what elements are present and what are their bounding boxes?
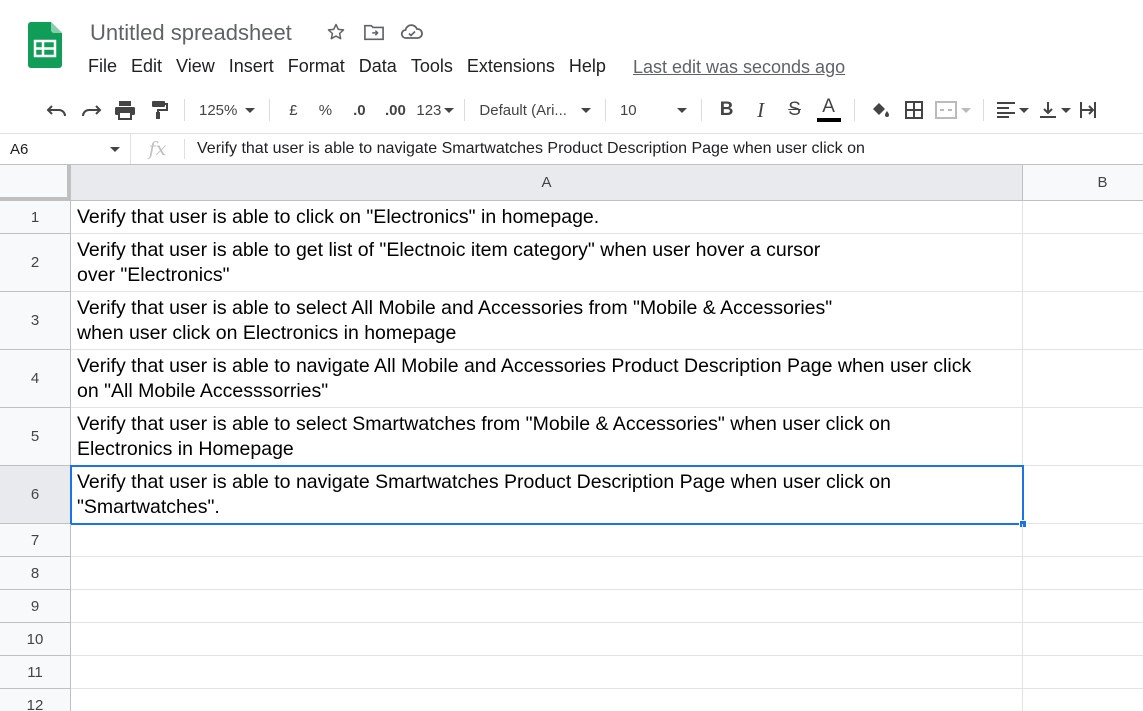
menu-data[interactable]: Data bbox=[352, 55, 404, 79]
paint-format-icon[interactable] bbox=[142, 95, 176, 125]
font-value: Default (Ari... bbox=[479, 101, 567, 119]
row-header[interactable]: 9 bbox=[0, 590, 71, 623]
cell-b4[interactable] bbox=[1023, 350, 1143, 408]
cell-b10[interactable] bbox=[1023, 623, 1143, 656]
decrease-decimal-button[interactable]: .0 bbox=[342, 95, 376, 125]
cell-a5[interactable]: Verify that user is able to select Smart… bbox=[71, 408, 1023, 466]
row-header[interactable]: 12 bbox=[0, 689, 71, 711]
cell-b5[interactable] bbox=[1023, 408, 1143, 466]
cell-b1[interactable] bbox=[1023, 201, 1143, 234]
percent-button[interactable]: % bbox=[308, 95, 342, 125]
redo-icon[interactable] bbox=[74, 95, 108, 125]
cell-a7[interactable] bbox=[71, 524, 1023, 557]
move-folder-icon[interactable] bbox=[362, 20, 386, 44]
strikethrough-icon[interactable]: S bbox=[778, 95, 812, 125]
cell-a2[interactable]: Verify that user is able to get list of … bbox=[71, 234, 1023, 292]
row-header[interactable]: 3 bbox=[0, 292, 71, 350]
star-icon[interactable] bbox=[324, 20, 348, 44]
text-wrap-icon[interactable] bbox=[1076, 95, 1100, 125]
currency-button[interactable]: £ bbox=[278, 95, 308, 125]
select-all-corner[interactable] bbox=[0, 165, 71, 201]
row-header[interactable]: 1 bbox=[0, 201, 71, 234]
last-edit-link[interactable]: Last edit was seconds ago bbox=[633, 57, 845, 78]
app-header: Untitled spreadsheet File Edit View Inse… bbox=[0, 0, 1143, 86]
font-size-value: 10 bbox=[619, 101, 637, 119]
chevron-down-icon bbox=[960, 107, 971, 113]
menu-file[interactable]: File bbox=[81, 55, 124, 79]
row-header[interactable]: 2 bbox=[0, 234, 71, 292]
cell-b2[interactable] bbox=[1023, 234, 1143, 292]
menu-view[interactable]: View bbox=[169, 55, 222, 79]
sheets-logo-icon[interactable] bbox=[28, 22, 62, 68]
cell-b3[interactable] bbox=[1023, 292, 1143, 350]
cell-b8[interactable] bbox=[1023, 557, 1143, 590]
merge-cells-icon[interactable] bbox=[931, 95, 975, 125]
row-header[interactable]: 6 bbox=[0, 466, 71, 524]
cell-b6[interactable] bbox=[1023, 466, 1143, 524]
fill-color-icon[interactable] bbox=[863, 95, 897, 125]
cell-a11[interactable] bbox=[71, 656, 1023, 689]
toolbar: 125% £ % .0 .00 123 Default (Ari... 10 B… bbox=[0, 89, 1143, 131]
row-header[interactable]: 4 bbox=[0, 350, 71, 408]
chevron-down-icon bbox=[1060, 107, 1071, 113]
cell-a6[interactable]: Verify that user is able to navigate Sma… bbox=[71, 466, 1023, 524]
column-header-a[interactable]: A bbox=[71, 165, 1023, 201]
chevron-down-icon bbox=[245, 107, 256, 113]
number-format-value: 123 bbox=[416, 101, 442, 119]
menu-extensions[interactable]: Extensions bbox=[460, 55, 562, 79]
cell-a4[interactable]: Verify that user is able to navigate All… bbox=[71, 350, 1023, 408]
zoom-value: 125% bbox=[199, 101, 238, 119]
cell-a10[interactable] bbox=[71, 623, 1023, 656]
fx-icon: fx bbox=[131, 139, 185, 159]
cell-b11[interactable] bbox=[1023, 656, 1143, 689]
menu-format[interactable]: Format bbox=[281, 55, 352, 79]
cell-a12[interactable] bbox=[71, 689, 1023, 711]
chevron-down-icon bbox=[444, 107, 455, 113]
cell-a8[interactable] bbox=[71, 557, 1023, 590]
menu-edit[interactable]: Edit bbox=[124, 55, 169, 79]
text-color-icon[interactable]: A bbox=[812, 95, 846, 125]
menu-tools[interactable]: Tools bbox=[404, 55, 460, 79]
row-header[interactable]: 5 bbox=[0, 408, 71, 466]
spreadsheet-grid: A B 1 Verify that user is able to click on … bbox=[0, 165, 1143, 711]
cell-b9[interactable] bbox=[1023, 590, 1143, 623]
row-header[interactable]: 8 bbox=[0, 557, 71, 590]
cell-reference: A6 bbox=[10, 140, 29, 158]
increase-decimal-button[interactable]: .00 bbox=[376, 95, 414, 125]
zoom-select[interactable]: 125% bbox=[193, 95, 261, 125]
borders-icon[interactable] bbox=[897, 95, 931, 125]
cell-a1[interactable]: Verify that user is able to click on "El… bbox=[71, 201, 1023, 234]
cell-a9[interactable] bbox=[71, 590, 1023, 623]
menu-help[interactable]: Help bbox=[562, 55, 613, 79]
menu-insert[interactable]: Insert bbox=[222, 55, 281, 79]
font-select[interactable]: Default (Ari... bbox=[473, 95, 597, 125]
italic-icon[interactable]: I bbox=[744, 95, 778, 125]
cell-b12[interactable] bbox=[1023, 689, 1143, 711]
chevron-down-icon bbox=[676, 107, 687, 113]
align-left-icon[interactable] bbox=[992, 95, 1034, 125]
chevron-down-icon bbox=[1018, 107, 1029, 113]
vertical-align-icon[interactable] bbox=[1034, 95, 1076, 125]
cell-a3[interactable]: Verify that user is able to select All M… bbox=[71, 292, 1023, 350]
cloud-status-icon[interactable] bbox=[400, 20, 424, 44]
bold-icon[interactable]: B bbox=[710, 95, 744, 125]
chevron-down-icon bbox=[110, 146, 120, 152]
formula-input[interactable]: Verify that user is able to navigate Sma… bbox=[185, 140, 865, 158]
document-title[interactable]: Untitled spreadsheet bbox=[90, 20, 292, 46]
name-box[interactable]: A6 bbox=[0, 134, 131, 164]
print-icon[interactable] bbox=[108, 95, 142, 125]
row-header[interactable]: 7 bbox=[0, 524, 71, 557]
undo-icon[interactable] bbox=[40, 95, 74, 125]
column-header-b[interactable]: B bbox=[1023, 165, 1143, 201]
font-size-select[interactable]: 10 bbox=[614, 95, 693, 125]
row-header[interactable]: 10 bbox=[0, 623, 71, 656]
row-header[interactable]: 11 bbox=[0, 656, 71, 689]
menu-bar: File Edit View Insert Format Data Tools … bbox=[81, 55, 845, 79]
chevron-down-icon bbox=[580, 107, 591, 113]
formula-bar: A6 fx Verify that user is able to naviga… bbox=[0, 133, 1143, 165]
cell-b7[interactable] bbox=[1023, 524, 1143, 557]
number-format-select[interactable]: 123 bbox=[414, 95, 456, 125]
